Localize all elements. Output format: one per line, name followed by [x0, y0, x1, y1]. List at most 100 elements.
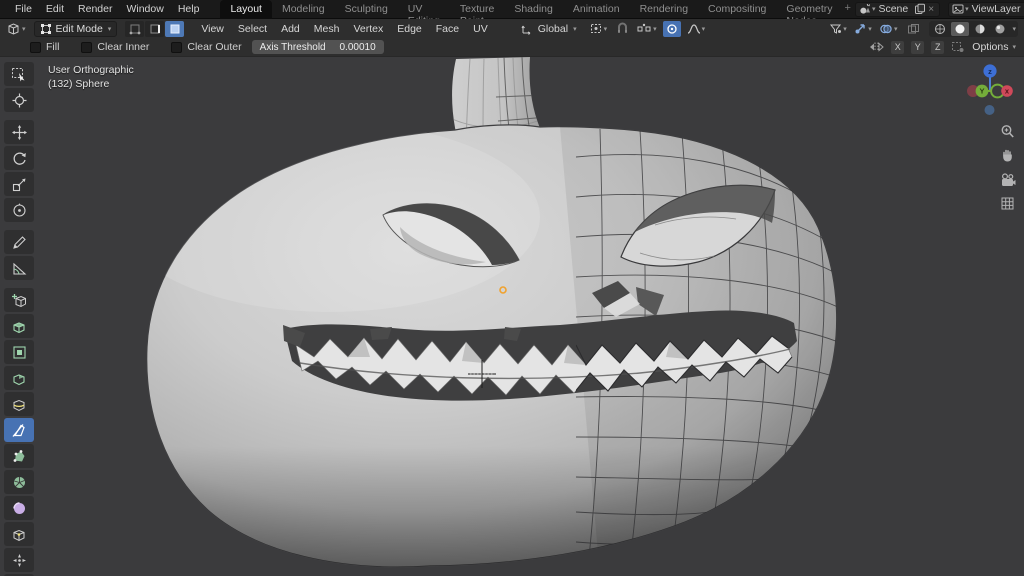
tool-rotate[interactable] — [4, 146, 34, 170]
proportional-editing-toggle[interactable] — [663, 21, 681, 37]
tool-select-box[interactable] — [4, 62, 34, 86]
options-dropdown[interactable]: Options ▾ — [972, 41, 1018, 53]
menu-face[interactable]: Face — [429, 23, 466, 35]
new-scene-icon[interactable] — [914, 3, 926, 15]
clear-outer-checkbox[interactable]: Clear Outer — [171, 41, 241, 53]
menu-view[interactable]: View — [194, 23, 231, 35]
annotate-pen-icon — [12, 235, 27, 250]
menu-edge[interactable]: Edge — [390, 23, 429, 35]
gizmo-z-label: z — [988, 67, 992, 76]
shading-rendered-button[interactable] — [991, 22, 1009, 36]
tab-texture-paint[interactable]: Texture Paint — [450, 0, 504, 19]
tool-cursor[interactable] — [4, 88, 34, 112]
camera-icon — [1000, 173, 1016, 187]
cursor-tool-icon — [12, 93, 27, 108]
chevron-down-icon: ▾ — [868, 25, 872, 33]
tool-edge-slide[interactable] — [4, 522, 34, 546]
tab-shading[interactable]: Shading — [504, 0, 563, 19]
tool-move[interactable] — [4, 120, 34, 144]
tool-measure[interactable] — [4, 256, 34, 280]
tool-add-cube[interactable] — [4, 288, 34, 312]
axis-threshold-slider[interactable]: Axis Threshold 0.00010 — [252, 40, 384, 54]
tab-modeling[interactable]: Modeling — [272, 0, 335, 19]
navigation-gizmo[interactable]: Y x z — [966, 61, 1014, 117]
viewlayer-selector[interactable]: ▾ ViewLayer — [948, 2, 1024, 17]
tab-layout[interactable]: Layout — [220, 0, 272, 19]
tool-extrude-region[interactable] — [4, 314, 34, 338]
menu-edit[interactable]: Edit — [39, 3, 71, 15]
tab-sculpting[interactable]: Sculpting — [335, 0, 398, 19]
object-type-visibility-dropdown[interactable]: ▾ — [829, 21, 847, 37]
menu-render[interactable]: Render — [71, 3, 119, 15]
menu-vertex[interactable]: Vertex — [346, 23, 390, 35]
menu-mesh[interactable]: Mesh — [307, 23, 347, 35]
add-workspace-button[interactable]: + — [843, 0, 855, 19]
shading-solid-button[interactable] — [951, 22, 969, 36]
editor-type-button[interactable]: ▾ — [6, 21, 26, 37]
camera-view-button[interactable] — [999, 171, 1016, 188]
tool-poly-build[interactable] — [4, 444, 34, 468]
proportional-falloff-dropdown[interactable]: ▾ — [687, 21, 706, 37]
options-label: Options — [972, 41, 1008, 53]
face-select-icon — [169, 23, 181, 35]
mirror-y-toggle[interactable]: Y — [911, 41, 924, 54]
snap-toggle[interactable] — [613, 21, 631, 37]
menu-help[interactable]: Help — [171, 3, 207, 15]
menu-add[interactable]: Add — [274, 23, 307, 35]
mirror-icon — [869, 41, 884, 53]
tool-bisect[interactable] — [4, 418, 34, 442]
workspace-tabs: Layout Modeling Sculpting UV Editing Tex… — [220, 0, 855, 19]
tool-scale[interactable] — [4, 172, 34, 196]
shading-material-button[interactable] — [971, 22, 989, 36]
vertex-select-button[interactable] — [125, 21, 144, 37]
edge-select-button[interactable] — [145, 21, 164, 37]
tool-transform[interactable] — [4, 198, 34, 222]
3d-viewport[interactable]: User Orthographic (132) Sphere — [0, 57, 1024, 576]
fill-checkbox[interactable]: Fill — [30, 41, 59, 53]
zoom-button[interactable] — [999, 123, 1016, 140]
clear-inner-checkbox[interactable]: Clear Inner — [81, 41, 149, 53]
snap-target-dropdown[interactable]: ▾ — [637, 21, 657, 37]
tool-bevel[interactable] — [4, 366, 34, 390]
face-select-button[interactable] — [165, 21, 184, 37]
blender-window: File Edit Render Window Help Layout Mode… — [0, 0, 1024, 576]
pan-button[interactable] — [999, 147, 1016, 164]
pivot-point-dropdown[interactable]: ▾ — [589, 21, 608, 37]
menu-select[interactable]: Select — [231, 23, 274, 35]
tool-inset-faces[interactable] — [4, 340, 34, 364]
tool-smooth[interactable] — [4, 496, 34, 520]
transform-orientation-dropdown[interactable]: Global ▾ — [521, 23, 577, 35]
tool-shrink-fatten[interactable] — [4, 548, 34, 572]
shading-wireframe-button[interactable] — [931, 22, 949, 36]
gizmo-toggle-icon — [854, 22, 867, 35]
mirror-z-toggle[interactable]: Z — [931, 41, 944, 54]
viewlayer-icon — [952, 3, 964, 15]
mirror-x-toggle[interactable]: X — [891, 41, 904, 54]
show-overlays-toggle[interactable]: ▾ — [879, 21, 898, 37]
gizmo-neg-z-handle[interactable] — [985, 105, 995, 115]
mode-dropdown[interactable]: Edit Mode ▾ — [34, 21, 118, 37]
tool-annotate[interactable] — [4, 230, 34, 254]
show-gizmo-toggle[interactable]: ▾ — [854, 21, 872, 37]
shading-mode-group: ▾ — [929, 21, 1018, 37]
tool-loop-cut[interactable] — [4, 392, 34, 416]
tab-geometry-nodes[interactable]: Geometry Nodes — [776, 0, 842, 19]
tab-compositing[interactable]: Compositing — [698, 0, 776, 19]
view-name: User Orthographic — [48, 63, 134, 77]
unlink-scene-icon[interactable]: × — [926, 4, 936, 15]
xray-toggle[interactable] — [904, 21, 922, 37]
tab-uv-editing[interactable]: UV Editing — [398, 0, 450, 19]
snap-base-icon — [951, 41, 965, 53]
tab-rendering[interactable]: Rendering — [630, 0, 698, 19]
scale-icon — [12, 177, 27, 192]
menu-file[interactable]: File — [8, 3, 39, 15]
tool-spin[interactable] — [4, 470, 34, 494]
inset-faces-icon — [12, 345, 27, 360]
menu-window[interactable]: Window — [119, 3, 170, 15]
perspective-ortho-toggle[interactable] — [999, 195, 1016, 212]
scene-selector[interactable]: ▾ Scene × — [855, 2, 940, 17]
tab-animation[interactable]: Animation — [563, 0, 630, 19]
menu-uv[interactable]: UV — [466, 23, 495, 35]
measure-icon — [12, 261, 27, 276]
grid-icon — [1000, 196, 1015, 211]
